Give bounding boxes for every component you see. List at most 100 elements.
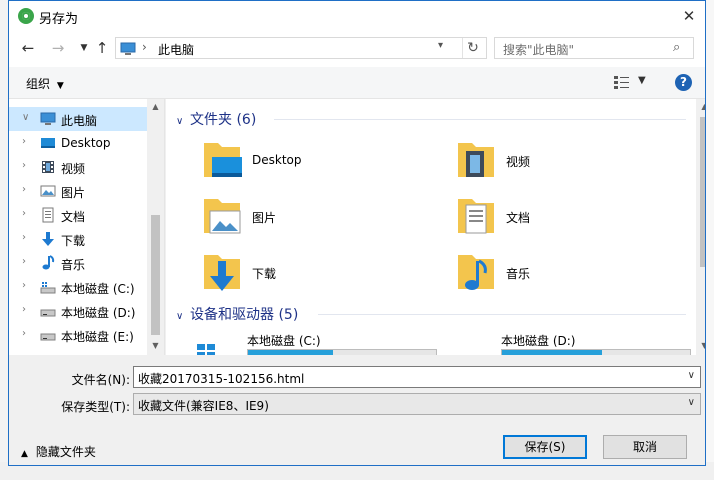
downloads-folder-icon [204,255,240,291]
sidebar-item-documents[interactable]: › 文档 [9,203,147,227]
sidebar-item-label: 图片 [61,186,86,200]
chevron-right-icon[interactable]: › [22,136,26,147]
folder-tile-documents[interactable]: 文档 [454,193,694,243]
arrow-right-icon: → [51,39,65,57]
sidebar-item-desktop[interactable]: › Desktop [9,131,147,155]
system-drive-icon [40,282,56,294]
view-options-icon[interactable] [614,75,630,89]
organize-label: 组织 [26,77,51,91]
cancel-button[interactable]: 取消 [603,435,687,459]
sidebar-item-music[interactable]: › 音乐 [9,251,147,275]
folder-tile-music[interactable]: 音乐 [454,249,694,299]
sidebar-item-drive-e[interactable]: › 本地磁盘 (E:) [9,323,147,347]
sidebar-item-label: 本地磁盘 (D:) [61,306,136,320]
chevron-right-icon[interactable]: › [22,304,26,315]
sidebar-item-downloads[interactable]: › 下载 [9,227,147,251]
navigation-pane-scrollbar[interactable]: ▲ ▼ [147,99,164,355]
chevron-right-icon[interactable]: › [22,208,26,219]
chevron-down-icon[interactable]: ∨ [688,370,695,381]
scroll-down-icon[interactable]: ▼ [696,341,705,350]
drive-label: 本地磁盘 (C:) [247,334,321,348]
folder-label: 图片 [252,211,277,225]
scrollbar-thumb[interactable] [151,215,160,335]
document-icon [42,207,54,223]
arrow-left-icon: ← [21,39,35,57]
scroll-up-icon[interactable]: ▲ [696,102,705,111]
filename-row: 文件名(N): 收藏20170315-102156.html ∨ [9,366,705,390]
scroll-down-icon[interactable]: ▼ [147,341,164,350]
content-pane-scrollbar[interactable]: ▲ ▼ [696,99,705,355]
view-dropdown-icon[interactable]: ▼ [638,75,646,86]
filetype-value: 收藏文件(兼容IE8、IE9) [138,399,269,413]
back-button[interactable]: ← [19,39,37,57]
help-icon[interactable]: ? [675,74,692,91]
refresh-icon: ↻ [467,40,479,56]
hide-folders-toggle[interactable]: ▲ 隐藏文件夹 [21,443,96,460]
title-bar: 另存为 ✕ [9,1,705,31]
sidebar-item-pictures[interactable]: › 图片 [9,179,147,203]
refresh-button[interactable]: ↻ [462,38,483,58]
folder-label: 下载 [252,267,277,281]
chevron-up-icon: ▲ [21,449,28,459]
chevron-right-icon[interactable]: › [22,232,26,243]
chevron-right-icon[interactable]: › [22,184,26,195]
folder-label: 文档 [506,211,531,225]
folder-label: Desktop [252,153,302,167]
filetype-select[interactable]: 收藏文件(兼容IE8、IE9) ∨ [133,393,701,415]
sidebar-item-videos[interactable]: › 视频 [9,155,147,179]
search-placeholder: 搜索"此电脑" [503,43,575,57]
navigation-pane: ∨ 此电脑 › Desktop › 视频 › 图片 › 文档 › 下载 › 音乐… [9,99,165,355]
close-button[interactable]: ✕ [673,1,705,31]
group-divider [274,119,686,120]
filename-label: 文件名(N): [71,373,130,387]
folder-tile-videos[interactable]: 视频 [454,137,694,187]
search-box[interactable]: 搜索"此电脑" ⌕ [494,37,694,59]
windows-drive-icon [197,344,215,355]
chevron-down-icon[interactable]: ∨ [688,397,695,408]
computer-icon [40,112,56,125]
address-bar[interactable]: › 此电脑 ▾ ↻ [115,37,487,59]
chevron-right-icon[interactable]: › [22,280,26,291]
address-dropdown-icon[interactable]: ▾ [438,40,443,51]
command-toolbar: 组织 ▼ ▼ ? [9,67,705,99]
close-icon: ✕ [682,7,696,25]
scroll-up-icon[interactable]: ▲ [147,102,164,111]
sidebar-item-drive-c[interactable]: › 本地磁盘 (C:) [9,275,147,299]
folder-tile-desktop[interactable]: Desktop [200,137,440,187]
filetype-label: 保存类型(T): [61,400,130,414]
filetype-row: 保存类型(T): 收藏文件(兼容IE8、IE9) ∨ [9,393,705,417]
drive-usage-bar [501,349,691,355]
folder-tile-downloads[interactable]: 下载 [200,249,440,299]
devices-group-header[interactable]: ∨ 设备和驱动器 (5) [176,304,298,324]
content-pane: ∨ 文件夹 (6) Desktop 视频 图片 文档 下载 音乐 ∨ 设备和驱动… [166,99,705,355]
drive-label: 本地磁盘 (D:) [501,334,576,348]
folders-group-header[interactable]: ∨ 文件夹 (6) [176,109,256,129]
drive-usage-fill [502,350,602,355]
chevron-down-icon[interactable]: ∨ [22,112,29,123]
music-icon [42,255,55,270]
sidebar-item-this-pc[interactable]: ∨ 此电脑 [9,107,147,131]
filename-value: 收藏20170315-102156.html [138,372,305,386]
sidebar-item-label: 本地磁盘 (C:) [61,282,135,296]
folder-tile-pictures[interactable]: 图片 [200,193,440,243]
filename-input[interactable]: 收藏20170315-102156.html ∨ [133,366,701,388]
save-button[interactable]: 保存(S) [503,435,587,459]
forward-button[interactable]: → [49,39,67,57]
picture-icon [40,185,56,197]
recent-locations-button[interactable]: ▼ [75,39,93,57]
background-app-left [0,0,8,480]
sidebar-item-label: 文档 [61,210,86,224]
sidebar-item-drive-d[interactable]: › 本地磁盘 (D:) [9,299,147,323]
group-divider [318,314,686,315]
group-title: 文件夹 (6) [190,112,257,128]
chevron-down-icon: ▼ [56,81,64,91]
organize-button[interactable]: 组织 ▼ [26,75,64,92]
chevron-right-icon[interactable]: › [22,256,26,267]
scrollbar-thumb[interactable] [700,117,705,267]
pictures-folder-icon [204,199,241,234]
up-button[interactable]: ↑ [93,39,111,57]
chevron-right-icon[interactable]: › [22,160,26,171]
chevron-right-icon[interactable]: › [22,328,26,339]
documents-folder-icon [458,199,494,234]
group-title: 设备和驱动器 (5) [190,307,299,323]
